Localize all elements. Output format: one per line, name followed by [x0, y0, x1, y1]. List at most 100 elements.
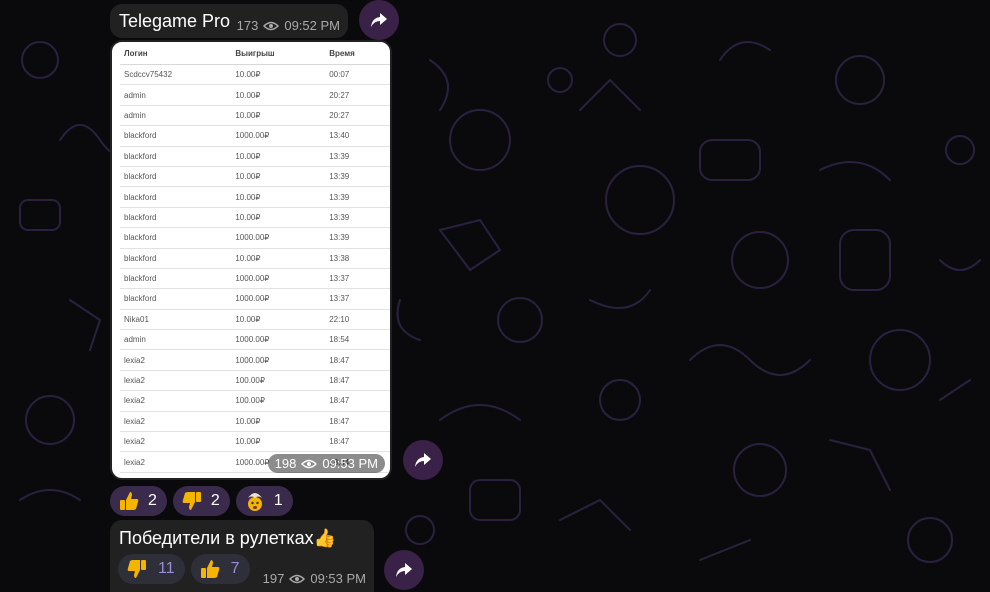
table-row: lexia2 100.00₽ 18:47 [120, 370, 390, 392]
column-header: Выигрыш [231, 42, 326, 65]
table-header-row: Логин Выигрыш Время [120, 42, 390, 65]
table-cell: lexia2 [120, 349, 232, 371]
table-cell: lexia2 [120, 411, 232, 433]
table-row: lexia2 10.00₽ 18:47 [120, 411, 390, 433]
table-row: blackford 1000.00₽ 13:37 [120, 288, 390, 310]
table-cell: 100.00₽ [231, 370, 326, 392]
share-button[interactable] [384, 550, 424, 590]
table-row: Scdccv75432 10.00₽ 00:07 [120, 64, 390, 86]
table-row: lexia2 1000.00₽ 18:47 [120, 349, 390, 371]
table-cell: 18:54 [325, 329, 390, 351]
message-meta: 197 09:53 PM [263, 571, 366, 586]
share-arrow-icon [371, 13, 387, 27]
reaction-count: 1 [273, 492, 283, 509]
table-row: blackford 10.00₽ 13:38 [120, 248, 390, 269]
eye-icon [263, 21, 280, 30]
table-cell: 18:47 [325, 431, 390, 453]
view-count: 198 [274, 456, 297, 471]
table-cell: 18:47 [325, 370, 390, 392]
table-cell: blackford [120, 288, 232, 310]
table-cell: 10.00₽ [231, 64, 326, 86]
table-cell: 13:37 [325, 268, 390, 290]
message-time: 09:52 PM [284, 18, 340, 33]
table-cell: admin [120, 84, 232, 106]
table-cell: 18:47 [325, 349, 390, 371]
table-cell: Scdccv75432 [120, 64, 232, 86]
exploding-head-icon [247, 493, 262, 511]
channel-message-header[interactable]: Telegame Pro 173 09:52 PM [110, 4, 348, 38]
table-cell: lexia2 [120, 370, 232, 392]
table-cell: 18:47 [325, 390, 390, 412]
table-cell: blackford [120, 207, 232, 229]
table-row: blackford 1000.00₽ 13:39 [120, 227, 390, 249]
thumbs-up-icon [200, 560, 219, 578]
table-cell: 13:39 [325, 186, 390, 208]
table-cell: blackford [120, 166, 232, 188]
reaction-thumbs-down[interactable]: 2 [172, 486, 230, 516]
table-cell: 10.00₽ [231, 411, 326, 433]
share-button[interactable] [403, 440, 443, 480]
table-row: admin 10.00₽ 20:27 [120, 84, 390, 106]
table-cell: 13:39 [325, 227, 390, 249]
table-cell: 1000.00₽ [231, 125, 326, 147]
table-row: blackford 1000.00₽ 13:37 [120, 268, 390, 290]
view-count: 173 [236, 18, 259, 33]
table-cell: lexia2 [120, 390, 232, 412]
table-cell: 22:10 [325, 309, 390, 331]
table-cell: 1000.00₽ [231, 288, 326, 310]
thumbs-up-icon [120, 492, 139, 510]
table-cell: 10.00₽ [231, 309, 326, 331]
text-message[interactable]: Победители в рулетках👍 11 7 197 09:53 PM [110, 520, 374, 592]
table-cell: 13:39 [325, 207, 390, 229]
eye-icon [301, 459, 318, 468]
column-header: Логин [120, 42, 232, 65]
table-row: blackford 10.00₽ 13:39 [120, 146, 390, 167]
message-time: 09:53 PM [322, 456, 378, 471]
reaction-exploding-head[interactable]: 1 [235, 486, 293, 516]
photo-attachment[interactable]: Логин Выигрыш Время Scdccv75432 10.00₽ 00:… [110, 40, 392, 480]
winners-table: Логин Выигрыш Время Scdccv75432 10.00₽ 00:… [120, 42, 390, 473]
table-cell: blackford [120, 248, 232, 269]
table-cell: 10.00₽ [231, 84, 326, 106]
photo-meta: 198 09:53 PM [267, 454, 385, 473]
table-cell: blackford [120, 227, 232, 249]
table-cell: 20:27 [325, 84, 390, 106]
message-time: 09:53 PM [310, 571, 366, 586]
share-button[interactable] [359, 0, 399, 40]
table-row: blackford 1000.00₽ 13:40 [120, 125, 390, 147]
table-cell: 10.00₽ [231, 105, 326, 127]
table-cell: blackford [120, 125, 232, 147]
reaction-count: 2 [210, 492, 220, 509]
table-cell: 20:27 [325, 105, 390, 127]
table-cell: 13:39 [325, 146, 390, 167]
table-row: lexia2 10.00₽ 18:47 [120, 431, 390, 453]
channel-title[interactable]: Telegame Pro [119, 11, 230, 32]
share-arrow-icon [415, 453, 431, 467]
table-cell: 13:39 [325, 166, 390, 188]
table-cell: 10.00₽ [231, 248, 326, 269]
table-cell: admin [120, 329, 232, 351]
message-meta: 173 09:52 PM [237, 18, 340, 33]
reaction-thumbs-up[interactable]: 2 [110, 486, 167, 516]
table-cell: 10.00₽ [231, 186, 326, 208]
table-cell: 1000.00₽ [231, 227, 326, 249]
table-cell: 1000.00₽ [231, 329, 326, 351]
table-row: admin 10.00₽ 20:27 [120, 105, 390, 127]
table-cell: 10.00₽ [231, 166, 326, 188]
reaction-count: 2 [148, 492, 157, 509]
table-row: admin 1000.00₽ 18:54 [120, 329, 390, 351]
table-cell: 00:07 [325, 64, 390, 86]
reaction-thumbs-up[interactable]: 7 [190, 554, 250, 584]
table-cell: 1000.00₽ [231, 349, 326, 371]
message-reactions: 11 7 [118, 554, 250, 584]
view-count: 197 [262, 571, 285, 586]
table-cell: 10.00₽ [231, 146, 326, 167]
reaction-thumbs-down[interactable]: 11 [118, 554, 185, 584]
table-cell: 100.00₽ [231, 390, 326, 412]
thumbs-down-icon [127, 560, 146, 578]
table-cell: 10.00₽ [231, 207, 326, 229]
table-cell: 18:47 [325, 411, 390, 433]
table-cell: 13:37 [325, 288, 390, 310]
column-header: Время [325, 42, 390, 65]
reaction-count: 7 [230, 560, 240, 577]
